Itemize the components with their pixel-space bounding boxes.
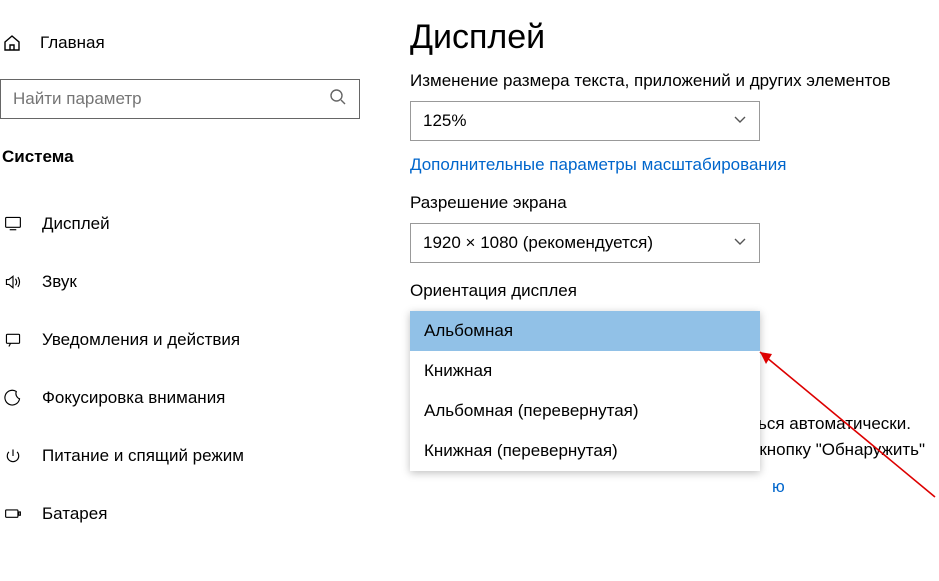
search-input[interactable] [13, 89, 329, 109]
home-nav[interactable]: Главная [0, 25, 360, 61]
sidebar-item-focus[interactable]: Фокусировка внимания [0, 369, 360, 427]
sidebar-item-label: Батарея [42, 504, 107, 524]
search-input-container[interactable] [0, 79, 360, 119]
search-icon [329, 88, 347, 111]
resolution-value: 1920 × 1080 (рекомендуется) [423, 233, 653, 253]
display-icon [2, 213, 24, 235]
sidebar-item-display[interactable]: Дисплей [0, 195, 360, 253]
scale-value: 125% [423, 111, 466, 131]
power-icon [2, 445, 24, 467]
focus-icon [2, 387, 24, 409]
home-label: Главная [40, 33, 105, 53]
sidebar-item-label: Фокусировка внимания [42, 388, 225, 408]
sidebar-item-label: Питание и спящий режим [42, 446, 244, 466]
sidebar-item-label: Дисплей [42, 214, 110, 234]
scale-label: Изменение размера текста, приложений и д… [410, 71, 939, 91]
orientation-option[interactable]: Альбомная [410, 311, 760, 351]
orientation-option[interactable]: Альбомная (перевернутая) [410, 391, 760, 431]
chevron-down-icon [733, 233, 747, 253]
home-icon [2, 33, 22, 53]
sidebar-item-notifications[interactable]: Уведомления и действия [0, 311, 360, 369]
resolution-dropdown[interactable]: 1920 × 1080 (рекомендуется) [410, 223, 760, 263]
orientation-dropdown-list: Альбомная Книжная Альбомная (перевернута… [410, 311, 760, 471]
sidebar-item-sound[interactable]: Звук [0, 253, 360, 311]
page-title: Дисплей [410, 18, 939, 57]
notifications-icon [2, 329, 24, 351]
advanced-scaling-link[interactable]: Дополнительные параметры масштабирования [410, 155, 939, 175]
battery-icon [2, 503, 24, 525]
sidebar-item-battery[interactable]: Батарея [0, 485, 360, 543]
scale-dropdown[interactable]: 125% [410, 101, 760, 141]
category-header: Система [0, 147, 360, 167]
sidebar-item-power[interactable]: Питание и спящий режим [0, 427, 360, 485]
orientation-label: Ориентация дисплея [410, 281, 939, 301]
orientation-option[interactable]: Книжная (перевернутая) [410, 431, 760, 471]
sidebar-item-label: Звук [42, 272, 77, 292]
sound-icon [2, 271, 24, 293]
orientation-option[interactable]: Книжная [410, 351, 760, 391]
sidebar-item-label: Уведомления и действия [42, 330, 240, 350]
resolution-label: Разрешение экрана [410, 193, 939, 213]
chevron-down-icon [733, 111, 747, 131]
partial-link-fragment[interactable]: ю [772, 477, 785, 497]
